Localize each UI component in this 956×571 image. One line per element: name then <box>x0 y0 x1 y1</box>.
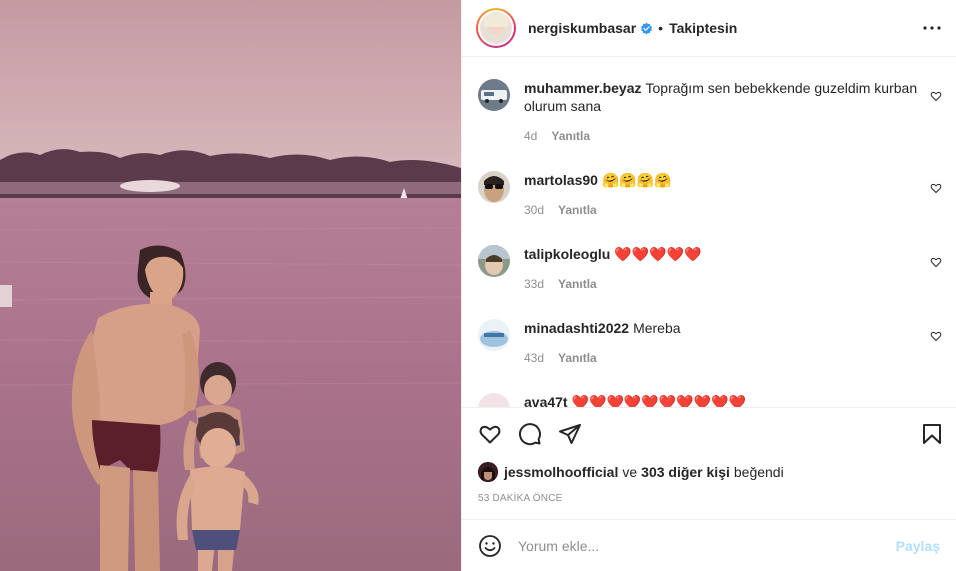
post-header: nergiskumbasar • Takiptesin <box>462 0 956 57</box>
liker-avatar[interactable] <box>478 462 498 482</box>
author-avatar <box>480 12 512 44</box>
header-separator: • <box>658 20 664 36</box>
post-side-panel: nergiskumbasar • Takiptesin muhammer.bey… <box>461 0 956 571</box>
comment-item: ava47t ❤️❤️❤️❤️❤️❤️❤️❤️❤️❤️ <box>478 393 942 407</box>
share-button[interactable] <box>558 422 582 446</box>
more-horizontal-icon <box>923 26 941 30</box>
comment-like-icon[interactable] <box>930 256 942 268</box>
comment-age[interactable]: 30d <box>524 203 544 217</box>
comment-item: muhammer.beyaz Toprağım sen bebekkende gu… <box>478 79 942 143</box>
post-comment-button[interactable]: Paylaş <box>896 538 940 554</box>
comment-text: 🤗🤗🤗🤗 <box>601 172 672 188</box>
author-username[interactable]: nergiskumbasar <box>528 20 636 36</box>
emoji-smile-icon[interactable] <box>478 534 502 558</box>
vintage-beach-photo <box>0 0 461 571</box>
likes-others-link[interactable]: 303 diğer kişi <box>641 464 730 480</box>
comment-text: Mereba <box>633 320 681 336</box>
author-avatar-ring[interactable] <box>476 8 516 48</box>
comment-age[interactable]: 33d <box>524 277 544 291</box>
comment-like-icon[interactable] <box>930 182 942 194</box>
likes-suffix: beğendi <box>733 464 784 480</box>
likes-and: ve <box>622 464 638 480</box>
comment-age[interactable]: 43d <box>524 351 544 365</box>
bookmark-icon <box>923 423 941 444</box>
likes-summary: jessmolhoofficial ve 303 diğer kişi beğe… <box>462 459 956 485</box>
comment-bubble-icon <box>519 422 541 445</box>
comment-text: ❤️❤️❤️❤️❤️❤️❤️❤️❤️❤️ <box>571 394 746 407</box>
commenter-avatar[interactable] <box>478 245 510 277</box>
comment-username[interactable]: minadashti2022 <box>524 320 629 336</box>
comment-age[interactable]: 4d <box>524 129 537 143</box>
commenter-avatar[interactable] <box>478 319 510 351</box>
comments-list[interactable]: muhammer.beyaz Toprağım sen bebekkende gu… <box>462 57 956 407</box>
comment-text: ❤️❤️❤️❤️❤️ <box>614 246 702 262</box>
heart-icon <box>479 425 501 443</box>
comment-username[interactable]: martolas90 <box>524 172 598 188</box>
verified-badge-icon <box>641 22 653 34</box>
comment-item: minadashti2022 Mereba 43d Yanıtla <box>478 319 942 365</box>
commenter-avatar[interactable] <box>478 393 510 407</box>
post-timestamp[interactable]: 53 DAKİKA ÖNCE <box>462 485 956 523</box>
comment-item: martolas90 🤗🤗🤗🤗 30d Yanıtla <box>478 171 942 217</box>
comment-button[interactable] <box>518 422 542 446</box>
comment-like-icon[interactable] <box>930 90 942 102</box>
post-actions-bar <box>462 407 956 459</box>
paper-plane-icon <box>559 423 581 444</box>
comment-item: talipkoleoglu ❤️❤️❤️❤️❤️ 33d Yanıtla <box>478 245 942 291</box>
comment-username[interactable]: muhammer.beyaz <box>524 80 642 96</box>
follow-status-button[interactable]: Takiptesin <box>669 20 737 36</box>
reply-button[interactable]: Yanıtla <box>558 203 597 217</box>
comment-like-icon[interactable] <box>930 330 942 342</box>
liker-username[interactable]: jessmolhoofficial <box>504 464 618 480</box>
reply-button[interactable]: Yanıtla <box>551 129 590 143</box>
reply-button[interactable]: Yanıtla <box>558 351 597 365</box>
like-button[interactable] <box>478 422 502 446</box>
comment-username[interactable]: talipkoleoglu <box>524 246 610 262</box>
comment-input[interactable] <box>518 537 896 554</box>
add-comment-bar: Paylaş <box>462 519 956 571</box>
post-modal: nergiskumbasar • Takiptesin muhammer.bey… <box>0 0 956 571</box>
more-options-button[interactable] <box>920 16 944 40</box>
save-button[interactable] <box>920 422 944 446</box>
post-photo[interactable] <box>0 0 461 571</box>
comment-username[interactable]: ava47t <box>524 394 568 407</box>
reply-button[interactable]: Yanıtla <box>558 277 597 291</box>
commenter-avatar[interactable] <box>478 79 510 111</box>
commenter-avatar[interactable] <box>478 171 510 203</box>
